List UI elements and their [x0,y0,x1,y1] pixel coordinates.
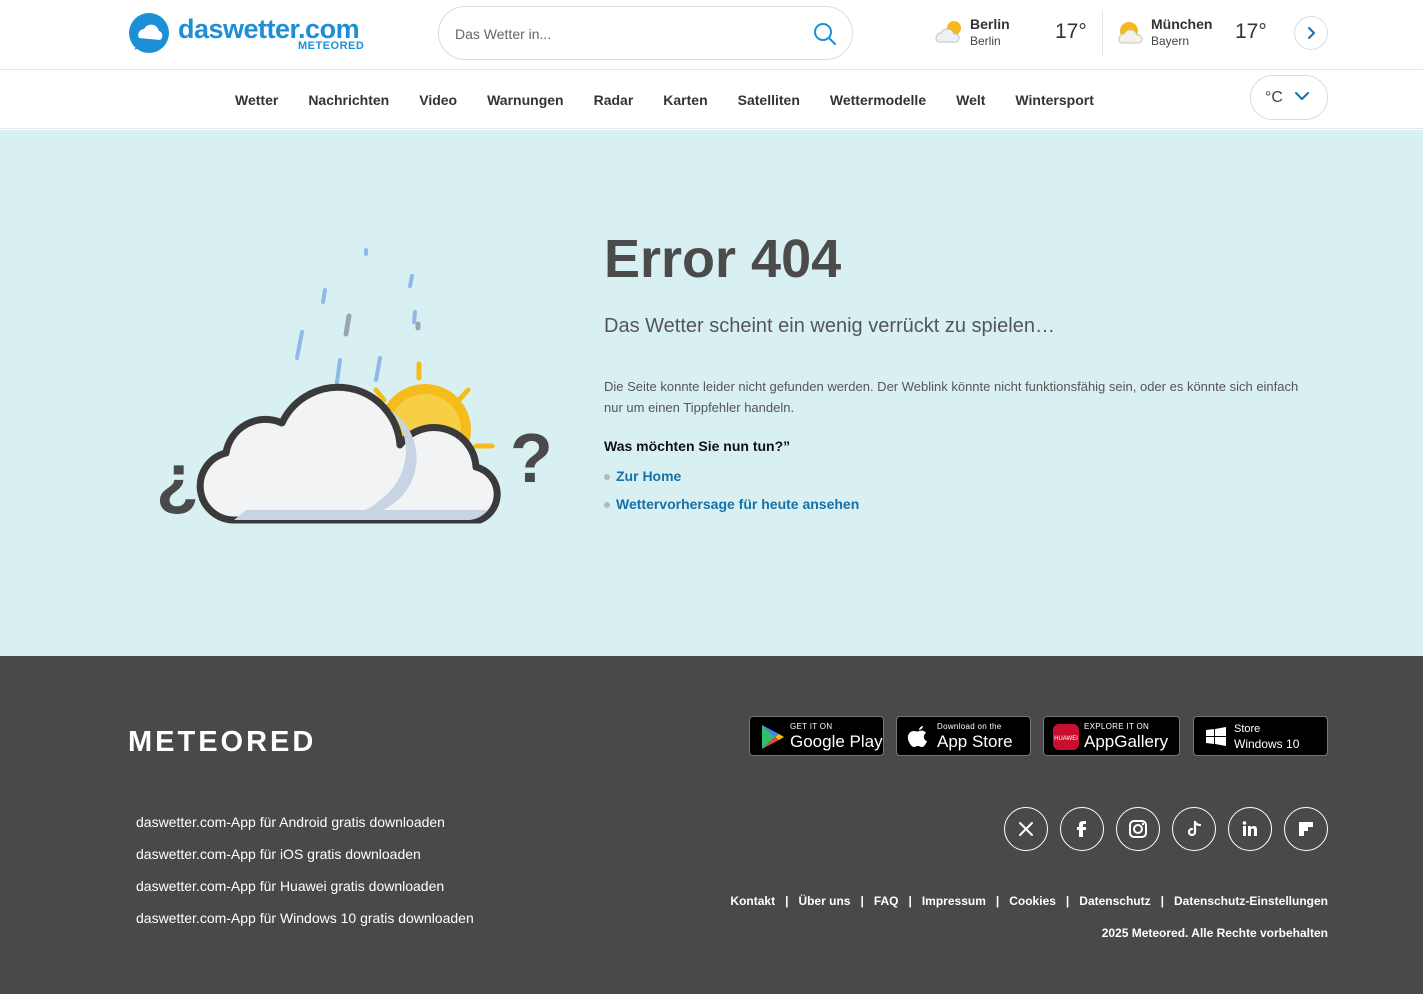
cities-next-button[interactable] [1294,16,1328,50]
chevron-down-icon [1295,92,1309,100]
facebook-icon [1077,821,1086,837]
unit-selector[interactable]: °C [1250,75,1328,120]
link-separator: | [785,894,789,908]
footer-link-impressum[interactable]: Impressum [922,894,986,908]
footer-link-faq[interactable]: FAQ [874,894,899,908]
nav-item-wettermodelle[interactable]: Wettermodelle [815,92,941,108]
footer-logo[interactable]: METEORED [128,726,316,759]
google-play-badge[interactable]: GET IT ON Google Play [749,716,884,756]
nav-item-karten[interactable]: Karten [648,92,722,108]
city-temp: 17° [1055,20,1087,43]
appgallery-badge[interactable]: HUAWEI EXPLORE IT ON AppGallery [1043,716,1180,756]
error-description: Die Seite konnte leider nicht gefunden w… [604,379,1299,415]
logo-cloud-icon [129,13,169,53]
chevron-right-icon [1308,27,1315,39]
nav-item-video[interactable]: Video [404,92,472,108]
page-subtitle: Das Wetter scheint ein wenig verrückt zu… [604,315,1055,337]
city-region: Bayern [1151,34,1190,48]
social-instagram[interactable] [1116,807,1160,851]
city-berlin[interactable]: Berlin Berlin 17° [934,12,1094,56]
page-title: Error 404 [604,229,842,289]
link-separator: | [860,894,864,908]
partly-cloudy-icon [1118,22,1143,44]
apple-icon [907,726,927,747]
site-header: daswetter.com METEORED Berlin Berlin 17°… [0,0,1423,70]
link-separator: | [908,894,912,908]
social-x[interactable] [1004,807,1048,851]
link-separator: | [995,894,1000,908]
google-play-icon [762,725,784,749]
store-big-text: App Store [937,732,1013,751]
nav-item-radar[interactable]: Radar [579,92,649,108]
city-name: Berlin [970,16,1010,32]
windows-store-badge[interactable]: Store Windows 10 [1193,716,1328,756]
next-steps-list: Zur Home Wettervorhersage für heute anse… [604,468,859,524]
city-muenchen[interactable]: München Bayern 17° [1115,12,1275,56]
city-divider [1102,10,1103,56]
site-footer: METEORED GET IT ON Google Play Download … [0,656,1423,994]
footer-links: Kontakt | Über uns | FAQ | Impressum | Cookies | D… [730,894,1328,908]
footer-link-ueber-uns[interactable]: Über uns [798,894,850,908]
social-facebook[interactable] [1060,807,1104,851]
copyright: 2025 Meteored. Alle Rechte vorbehalten [1101,926,1328,940]
app-store-badge[interactable]: Download on the App Store [896,716,1031,756]
footer-link-cookies[interactable]: Cookies [1009,894,1056,908]
partly-cloudy-icon [935,21,961,43]
link-separator: | [1065,894,1070,908]
nav-item-satelliten[interactable]: Satelliten [723,92,815,108]
store-big-text: Google Play [790,732,883,751]
error-section: ¿ ? Error 404 Das Wetter scheint ein wen… [0,130,1423,656]
linkedin-icon [1242,821,1257,836]
store-big-text: Windows 10 [1234,737,1300,751]
main-nav: Wetter Nachrichten Video Warnungen Radar… [0,70,1423,129]
unit-value: °C [1265,89,1283,106]
footer-link-datenschutz-einstellungen[interactable]: Datenschutz-Einstellungen [1174,894,1328,908]
store-small-text: Download on the [937,722,1002,731]
svg-text:?: ? [510,419,553,497]
home-link[interactable]: Zur Home [604,468,859,496]
nav-item-welt[interactable]: Welt [941,92,1000,108]
city-temp: 17° [1235,20,1267,43]
instagram-icon [1129,820,1147,838]
app-download-list: daswetter.com-App für Android gratis dow… [136,814,474,942]
svg-text:¿: ¿ [156,439,199,517]
x-icon [1019,822,1033,836]
social-linkedin[interactable] [1228,807,1272,851]
nav-item-warnungen[interactable]: Warnungen [472,92,578,108]
store-small-text: Store [1234,723,1261,735]
store-small-text: EXPLORE IT ON [1084,722,1150,731]
search-input[interactable] [455,21,795,47]
download-ios-link[interactable]: daswetter.com-App für iOS gratis downloa… [136,846,474,878]
city-region: Berlin [970,34,1001,48]
confused-weather-illustration: ¿ ? [156,248,553,524]
download-huawei-link[interactable]: daswetter.com-App für Huawei gratis down… [136,878,474,910]
download-android-link[interactable]: daswetter.com-App für Android gratis dow… [136,814,474,846]
search-box [438,6,853,60]
brand-sub: METEORED [298,40,365,52]
nav-item-wetter[interactable]: Wetter [220,92,293,108]
site-logo[interactable]: daswetter.com METEORED [128,12,373,56]
city-name: München [1151,16,1213,32]
nav-item-wintersport[interactable]: Wintersport [1000,92,1108,108]
social-flipboard[interactable] [1284,807,1328,851]
footer-link-datenschutz[interactable]: Datenschutz [1079,894,1150,908]
next-steps-heading: Was möchten Sie nun tun?” [604,438,791,454]
store-big-text: AppGallery [1084,732,1169,751]
search-icon[interactable] [812,21,838,47]
link-separator: | [1160,894,1164,908]
footer-link-kontakt[interactable]: Kontakt [730,894,775,908]
social-tiktok[interactable] [1172,807,1216,851]
nav-item-nachrichten[interactable]: Nachrichten [293,92,404,108]
download-windows-link[interactable]: daswetter.com-App für Windows 10 gratis … [136,910,474,942]
store-small-text: GET IT ON [790,722,833,731]
forecast-today-link[interactable]: Wettervorhersage für heute ansehen [604,496,859,524]
huawei-appgallery-icon: HUAWEI [1053,724,1079,750]
windows-icon [1206,727,1226,746]
flipboard-icon [1299,822,1313,836]
svg-text:HUAWEI: HUAWEI [1054,736,1078,742]
tiktok-icon [1187,820,1202,837]
